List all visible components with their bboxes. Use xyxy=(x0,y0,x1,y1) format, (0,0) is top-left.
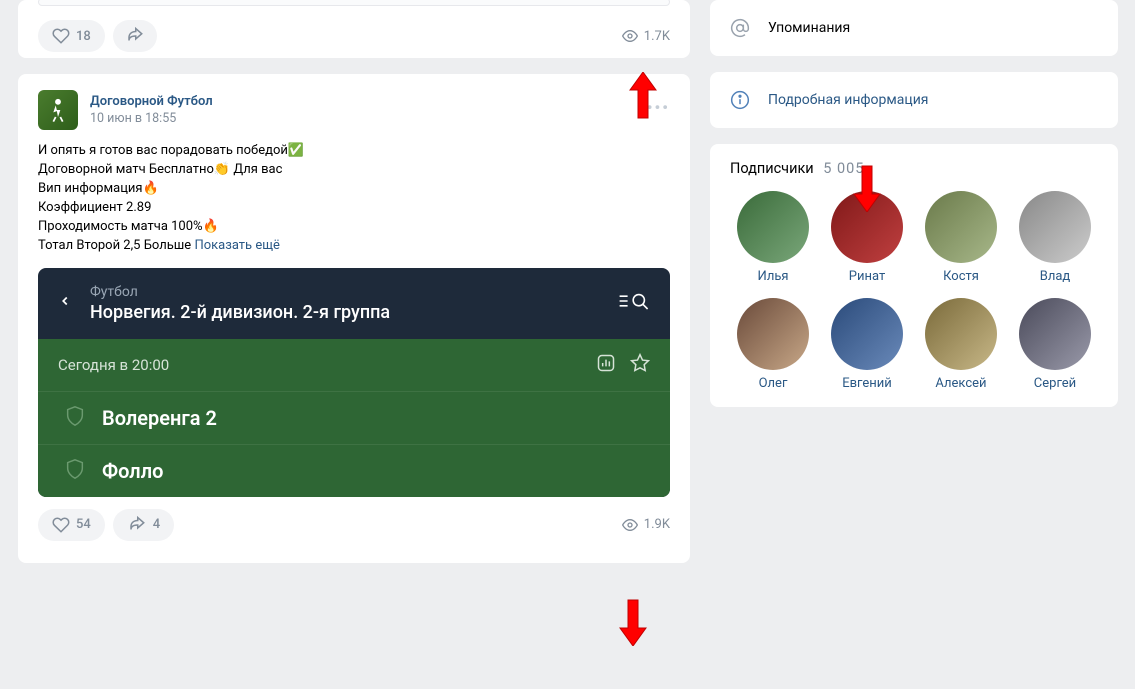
subs-count: 5 005 xyxy=(823,160,864,177)
views-count: 1.7K xyxy=(644,29,670,44)
avatar xyxy=(831,191,903,263)
preview-score: Halvorsen S. 0 - 3 xyxy=(394,0,489,3)
share-icon xyxy=(125,27,145,45)
match-preview: Halvorsen S. 0 - 3 xyxy=(38,0,670,6)
subs-grid: Илья Ринат Костя Влад Олег Евгений Алекс… xyxy=(730,191,1098,391)
views: 1.7K xyxy=(622,28,670,44)
subscriber[interactable]: Костя xyxy=(918,191,1004,284)
share-button[interactable]: 4 xyxy=(113,509,174,541)
subscriber[interactable]: Сергей xyxy=(1012,298,1098,391)
subs-header[interactable]: Подписчики 5 005 xyxy=(730,160,1098,177)
match-league: Норвегия. 2-й дивизион. 2-я группа xyxy=(90,302,600,323)
share-button[interactable] xyxy=(113,20,157,52)
avatar xyxy=(1019,191,1091,263)
shield-icon xyxy=(64,457,86,485)
post-actions: 54 4 1.9K xyxy=(38,497,670,547)
mentions-card[interactable]: Упоминания xyxy=(710,0,1118,56)
share-count: 4 xyxy=(153,517,160,532)
subscriber[interactable]: Евгений xyxy=(824,298,910,391)
heart-icon xyxy=(52,516,70,534)
sub-name: Костя xyxy=(943,269,979,284)
sub-name: Ринат xyxy=(849,269,885,284)
annotation-arrow xyxy=(618,598,648,646)
eye-icon xyxy=(622,28,638,44)
avatar xyxy=(925,298,997,370)
stats-icon[interactable] xyxy=(596,353,616,377)
subscriber[interactable]: Олег xyxy=(730,298,816,391)
group-avatar[interactable] xyxy=(38,90,78,130)
post-card: Договорной Футбол 10 июн в 18:55 ••• И о… xyxy=(18,74,690,563)
team-row[interactable]: Фолло xyxy=(38,444,670,497)
team-row[interactable]: Волеренга 2 xyxy=(38,391,670,444)
match-title: Футбол Норвегия. 2-й дивизион. 2-я групп… xyxy=(90,284,600,323)
match-header: Футбол Норвегия. 2-й дивизион. 2-я групп… xyxy=(38,268,670,339)
match-time: Сегодня в 20:00 xyxy=(58,356,582,374)
views-count: 1.9K xyxy=(644,517,670,532)
avatar xyxy=(925,191,997,263)
post-header: Договорной Футбол 10 июн в 18:55 ••• xyxy=(38,90,670,130)
avatar xyxy=(737,191,809,263)
team-name: Волеренга 2 xyxy=(102,406,217,430)
search-icon[interactable] xyxy=(618,289,650,317)
match-time-row: Сегодня в 20:00 xyxy=(38,339,670,391)
team-name: Фолло xyxy=(102,459,163,483)
heart-icon xyxy=(52,27,70,45)
post-card: Halvorsen S. 0 - 3 18 1.7K xyxy=(18,0,690,58)
sub-name: Алексей xyxy=(935,376,986,391)
avatar xyxy=(831,298,903,370)
star-icon[interactable] xyxy=(630,353,650,377)
post-author[interactable]: Договорной Футбол xyxy=(90,94,213,109)
subscriber[interactable]: Влад xyxy=(1012,191,1098,284)
more-button[interactable]: ••• xyxy=(647,98,670,117)
info-icon xyxy=(730,90,750,110)
like-button[interactable]: 54 xyxy=(38,509,105,541)
avatar xyxy=(737,298,809,370)
avatar xyxy=(1019,298,1091,370)
show-more[interactable]: Показать ещё xyxy=(194,238,280,253)
subs-title: Подписчики xyxy=(730,160,814,177)
match-card[interactable]: Футбол Норвегия. 2-й дивизион. 2-я групп… xyxy=(38,268,670,497)
like-button[interactable]: 18 xyxy=(38,20,105,52)
mentions-label: Упоминания xyxy=(768,20,850,36)
post-meta: Договорной Футбол 10 июн в 18:55 xyxy=(90,94,213,126)
subscriber[interactable]: Алексей xyxy=(918,298,1004,391)
post-actions: 18 1.7K xyxy=(18,8,690,58)
at-icon xyxy=(730,18,750,38)
post-time[interactable]: 10 июн в 18:55 xyxy=(90,111,213,126)
sub-name: Евгений xyxy=(842,376,892,391)
match-body: Сегодня в 20:00 Волеренга 2 xyxy=(38,339,670,497)
eye-icon xyxy=(622,517,638,533)
sub-name: Илья xyxy=(757,269,788,284)
match-sport: Футбол xyxy=(90,284,600,300)
sub-name: Сергей xyxy=(1034,376,1076,391)
sub-name: Влад xyxy=(1040,269,1071,284)
post-text: И опять я готов вас порадовать победой✅ … xyxy=(38,142,670,256)
details-card[interactable]: Подробная информация xyxy=(710,72,1118,128)
details-link[interactable]: Подробная информация xyxy=(768,92,928,108)
like-count: 54 xyxy=(76,517,91,532)
shield-icon xyxy=(64,404,86,432)
sub-name: Олег xyxy=(759,376,788,391)
subscriber[interactable]: Ринат xyxy=(824,191,910,284)
share-icon xyxy=(127,516,147,534)
views: 1.9K xyxy=(622,517,670,533)
subscribers-card: Подписчики 5 005 Илья Ринат Костя Влад О… xyxy=(710,144,1118,407)
subscriber[interactable]: Илья xyxy=(730,191,816,284)
like-count: 18 xyxy=(76,29,91,44)
back-icon[interactable] xyxy=(58,290,72,316)
